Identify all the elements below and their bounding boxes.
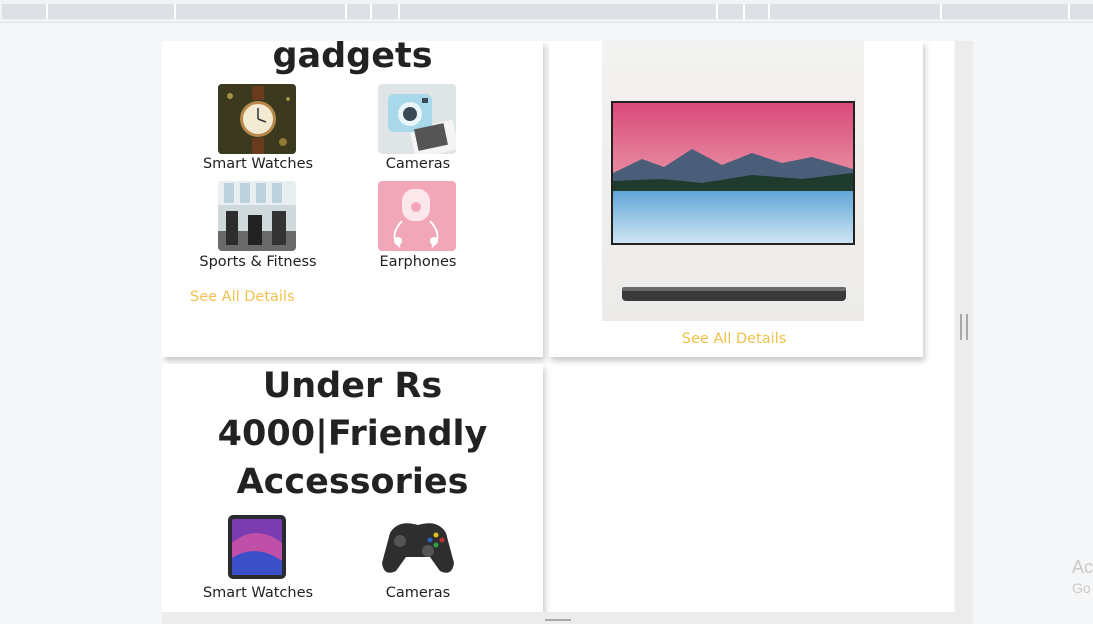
smart-watch-image[interactable] (218, 84, 296, 154)
accessories-card: Under Rs 4000|Friendly Accessories Smart… (162, 364, 543, 612)
tab[interactable] (1070, 4, 1093, 19)
tab[interactable] (718, 4, 745, 19)
tab[interactable] (347, 4, 372, 19)
horizontal-scroll-grip[interactable] (545, 619, 571, 621)
tablet-icon (228, 515, 286, 579)
horizontal-scrollbar[interactable] (162, 612, 973, 624)
product-grid: gadgets Smart Watches Cameras Sports & F… (162, 41, 954, 612)
accessories-heading-line1: Under Rs (262, 366, 443, 406)
tablet-image[interactable] (226, 513, 288, 581)
tv-card: See All Details (549, 41, 923, 357)
tab[interactable] (2, 4, 48, 19)
fitness-image[interactable] (218, 181, 296, 251)
sports-fitness-label[interactable]: Sports & Fitness (178, 254, 338, 270)
gadgets-card: gadgets Smart Watches Cameras Sports & F… (162, 41, 543, 357)
tv-image[interactable] (602, 41, 864, 321)
smart-watches-label[interactable]: Smart Watches (178, 585, 338, 601)
tab[interactable] (400, 4, 718, 19)
tv-icon (611, 101, 855, 301)
tab[interactable] (770, 4, 942, 19)
accessories-heading-line2: 4000|Friendly (217, 414, 488, 454)
earphones-icon (378, 181, 456, 251)
tab[interactable] (176, 4, 347, 19)
earphones-label[interactable]: Earphones (338, 254, 498, 270)
camera-image[interactable] (378, 84, 456, 154)
vertical-scroll-grip[interactable] (960, 314, 968, 340)
tile-cameras[interactable]: Cameras (338, 84, 498, 176)
watch-icon (218, 84, 296, 154)
tab-strip (0, 0, 1093, 23)
overlay-text-line1: Ac (1072, 557, 1093, 577)
controller-image[interactable] (378, 511, 456, 583)
gym-icon (218, 181, 296, 251)
tile-smart-watches[interactable]: Smart Watches (178, 84, 338, 176)
tab[interactable] (372, 4, 400, 19)
gamepad-icon (382, 523, 454, 573)
tile-cameras[interactable]: Cameras (338, 511, 498, 601)
tile-sports-fitness[interactable]: Sports & Fitness (178, 181, 338, 273)
accessories-heading-line3: Accessories (236, 462, 469, 502)
tab[interactable] (48, 4, 176, 19)
smart-watches-label[interactable]: Smart Watches (178, 156, 338, 172)
overlay-text-line2: Go (1072, 580, 1091, 596)
earphones-image[interactable] (378, 181, 456, 251)
tab[interactable] (942, 4, 1070, 19)
tile-earphones[interactable]: Earphones (338, 181, 498, 273)
gadgets-heading: gadgets (272, 41, 433, 76)
see-all-details-link[interactable]: See All Details (549, 331, 919, 347)
cameras-label[interactable]: Cameras (338, 156, 498, 172)
tab[interactable] (745, 4, 770, 19)
camera-icon (378, 84, 456, 154)
cameras-label[interactable]: Cameras (338, 585, 498, 601)
tile-smart-watches[interactable]: Smart Watches (178, 511, 338, 601)
see-all-details-link[interactable]: See All Details (190, 289, 295, 305)
